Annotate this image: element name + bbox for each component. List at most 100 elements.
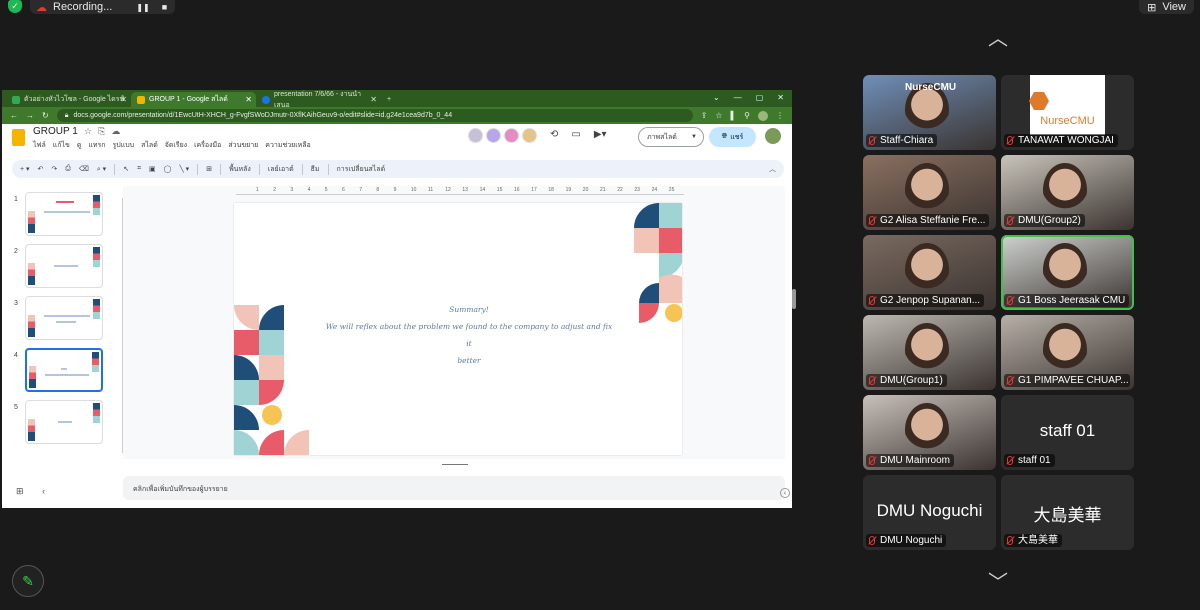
new-tab-button[interactable]: + (381, 92, 401, 107)
meet-icon[interactable]: ▶▾ (594, 129, 607, 140)
collapse-filmstrip-icon[interactable]: ‹ (42, 486, 45, 496)
back-icon[interactable]: ← (10, 111, 18, 120)
share-button[interactable]: 🌐︎ แชร์ (709, 127, 756, 147)
menu-arrange[interactable]: จัดเรียง (165, 140, 187, 151)
menu-help[interactable]: ความช่วยเหลือ (265, 140, 310, 151)
notes-resize-handle[interactable] (442, 464, 468, 465)
paint-format-icon[interactable]: ⌫ (79, 165, 89, 173)
move-folder-icon[interactable]: ⎘ (98, 126, 105, 137)
tab-search-icon[interactable]: ⌄ (713, 93, 720, 102)
participant-tile[interactable]: DMU Mainroom (863, 395, 996, 470)
history-icon[interactable]: ⟲ (550, 129, 558, 140)
browser-tab-presentation[interactable]: presentation 7/6/66 - งานนำเสนอ ✕ (256, 91, 381, 109)
layout-button[interactable]: เลย์เอาต์ (268, 164, 294, 175)
redo-icon[interactable]: ↷ (51, 165, 57, 173)
participant-tile[interactable]: staff 01 staff 01 (1001, 395, 1134, 470)
shape-icon[interactable]: ◯ (164, 165, 172, 173)
theme-button[interactable]: ธีม (311, 164, 320, 175)
zoom-icon[interactable]: ⌕ ▾ (97, 165, 106, 174)
participant-tile[interactable]: 大島美華 大島美華 (1001, 475, 1134, 550)
menu-bar: ไฟล์ แก้ไข ดู แทรก รูปแบบ สไลด์ จัดเรียง… (33, 140, 311, 151)
document-title[interactable]: GROUP 1 (33, 126, 78, 137)
slide-number: 3 (14, 300, 18, 307)
slides-logo-icon[interactable] (12, 129, 25, 146)
browser-tab-slides[interactable]: GROUP 1 - Google สไลด์ ✕ (131, 92, 256, 107)
reload-icon[interactable]: ↻ (42, 111, 49, 120)
participant-tile[interactable]: G1 Boss Jeerasak CMU (1001, 235, 1134, 310)
menu-tools[interactable]: เครื่องมือ (194, 140, 221, 151)
panel-divider-handle[interactable] (792, 289, 796, 309)
current-slide[interactable]: Summary! We will reflex about the proble… (234, 203, 682, 455)
annotate-pen-button[interactable]: ✎ (12, 565, 44, 597)
close-tab-icon[interactable]: ✕ (245, 95, 252, 104)
avatar[interactable] (504, 128, 519, 143)
new-slide-icon[interactable]: + ▾ (20, 165, 30, 173)
profile-avatar[interactable] (758, 110, 768, 121)
menu-format[interactable]: รูปแบบ (113, 140, 135, 151)
chevron-down-icon[interactable]: ▼ (691, 134, 697, 140)
print-icon[interactable]: ⎙ (65, 165, 71, 173)
avatar[interactable] (522, 128, 537, 143)
star-icon[interactable]: ☆ (84, 126, 92, 137)
participant-tile[interactable]: G1 PIMPAVEE CHUAP... (1001, 315, 1134, 390)
slideshow-button[interactable]: ภาพสไลด์ ▼ (638, 127, 704, 147)
account-avatar[interactable] (765, 128, 781, 144)
stop-recording-button[interactable]: ■ (162, 2, 167, 12)
menu-insert[interactable]: แทรก (88, 140, 105, 151)
maximize-icon[interactable]: ▢ (756, 93, 764, 102)
avatar[interactable] (486, 128, 501, 143)
close-window-icon[interactable]: ✕ (777, 93, 784, 102)
avatar[interactable] (468, 128, 483, 143)
slide-thumbnail[interactable]: 1 (10, 192, 110, 238)
side-panel-toggle-icon[interactable]: ‹ (780, 488, 790, 498)
cloud-status-icon[interactable]: ☁ (111, 126, 120, 137)
grid-view-icon[interactable]: ⊞ (16, 486, 24, 496)
comments-icon[interactable]: ▭ (571, 129, 580, 140)
extensions-icon[interactable]: ⚲ (744, 111, 750, 120)
scroll-down-icon[interactable]: ﹀ (983, 573, 1013, 593)
participant-tile[interactable]: NurseCMU TANAWAT WONGJAI (1001, 75, 1134, 150)
minimize-icon[interactable]: — (734, 93, 742, 102)
transition-button[interactable]: การเปลี่ยนสไลด์ (337, 164, 386, 175)
security-shield-icon[interactable]: ✓ (8, 0, 22, 13)
text-box-icon[interactable]: ⌗ (137, 165, 141, 173)
menu-extensions[interactable]: ส่วนขยาย (228, 140, 258, 151)
close-tab-icon[interactable]: ✕ (120, 95, 127, 104)
undo-icon[interactable]: ↶ (38, 165, 44, 173)
menu-view[interactable]: ดู (77, 140, 82, 151)
bookmark-star-icon[interactable]: ☆ (715, 111, 722, 120)
slide-thumbnail[interactable]: 2 (10, 244, 110, 290)
image-icon[interactable]: ▣ (149, 165, 156, 173)
slide-thumbnail[interactable]: 3 (10, 296, 110, 342)
collapse-toolbar-icon[interactable]: ︿ (769, 164, 776, 174)
sidebar-icon[interactable]: ▌ (730, 111, 736, 120)
share-page-icon[interactable]: ⇪ (701, 111, 708, 120)
muted-mic-icon (1007, 296, 1013, 305)
scroll-up-icon[interactable]: ︿ (983, 29, 1013, 49)
close-tab-icon[interactable]: ✕ (370, 95, 377, 104)
participant-tile[interactable]: G2 Jenpop Supanan... (863, 235, 996, 310)
menu-slide[interactable]: สไลด์ (141, 140, 158, 151)
slide-thumbnail-selected[interactable]: 4 (10, 348, 110, 394)
participant-tile[interactable]: DMU Noguchi DMU Noguchi (863, 475, 996, 550)
participant-name: G1 Boss Jeerasak CMU (1018, 295, 1126, 306)
view-button[interactable]: ⊞ View (1139, 0, 1194, 14)
thumbnail-image (25, 296, 103, 340)
menu-edit[interactable]: แก้ไข (53, 140, 70, 151)
browser-tab-drive[interactable]: ตัวอย่างหัวไวโซล - Google ไดรฟ์ ✕ (6, 92, 131, 107)
participant-tile[interactable]: G2 Alisa Steffanie Fre... (863, 155, 996, 230)
slide-body-text[interactable]: Summary! We will reflex about the proble… (324, 301, 614, 369)
background-button[interactable]: พื้นหลัง (229, 164, 251, 175)
select-tool-icon[interactable]: ↖ (123, 165, 129, 173)
slide-thumbnail[interactable]: 5 (10, 400, 110, 446)
pause-recording-button[interactable]: ❚❚ (136, 3, 149, 12)
chrome-menu-icon[interactable]: ⋮ (776, 111, 784, 120)
line-icon[interactable]: ╲ ▾ (180, 165, 190, 173)
menu-file[interactable]: ไฟล์ (33, 140, 46, 151)
url-field[interactable]: 🔒︎ docs.google.com/presentation/d/1EwcUt… (56, 109, 693, 122)
participant-tile[interactable]: DMU(Group1) (863, 315, 996, 390)
participant-tile[interactable]: DMU(Group2) (1001, 155, 1134, 230)
forward-icon[interactable]: → (26, 111, 34, 120)
speaker-notes-field[interactable]: คลิกเพื่อเพิ่มบันทึกของผู้บรรยาย (123, 476, 785, 500)
comment-add-icon[interactable]: ⊞ (206, 165, 212, 173)
